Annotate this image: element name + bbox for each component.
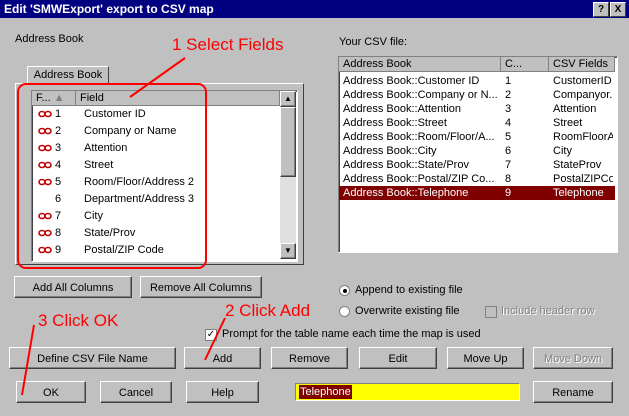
step3-arrow — [21, 324, 35, 396]
annotation-arrows — [21, 57, 226, 396]
step1-arrow — [129, 57, 186, 98]
step2-arrow — [204, 317, 226, 361]
